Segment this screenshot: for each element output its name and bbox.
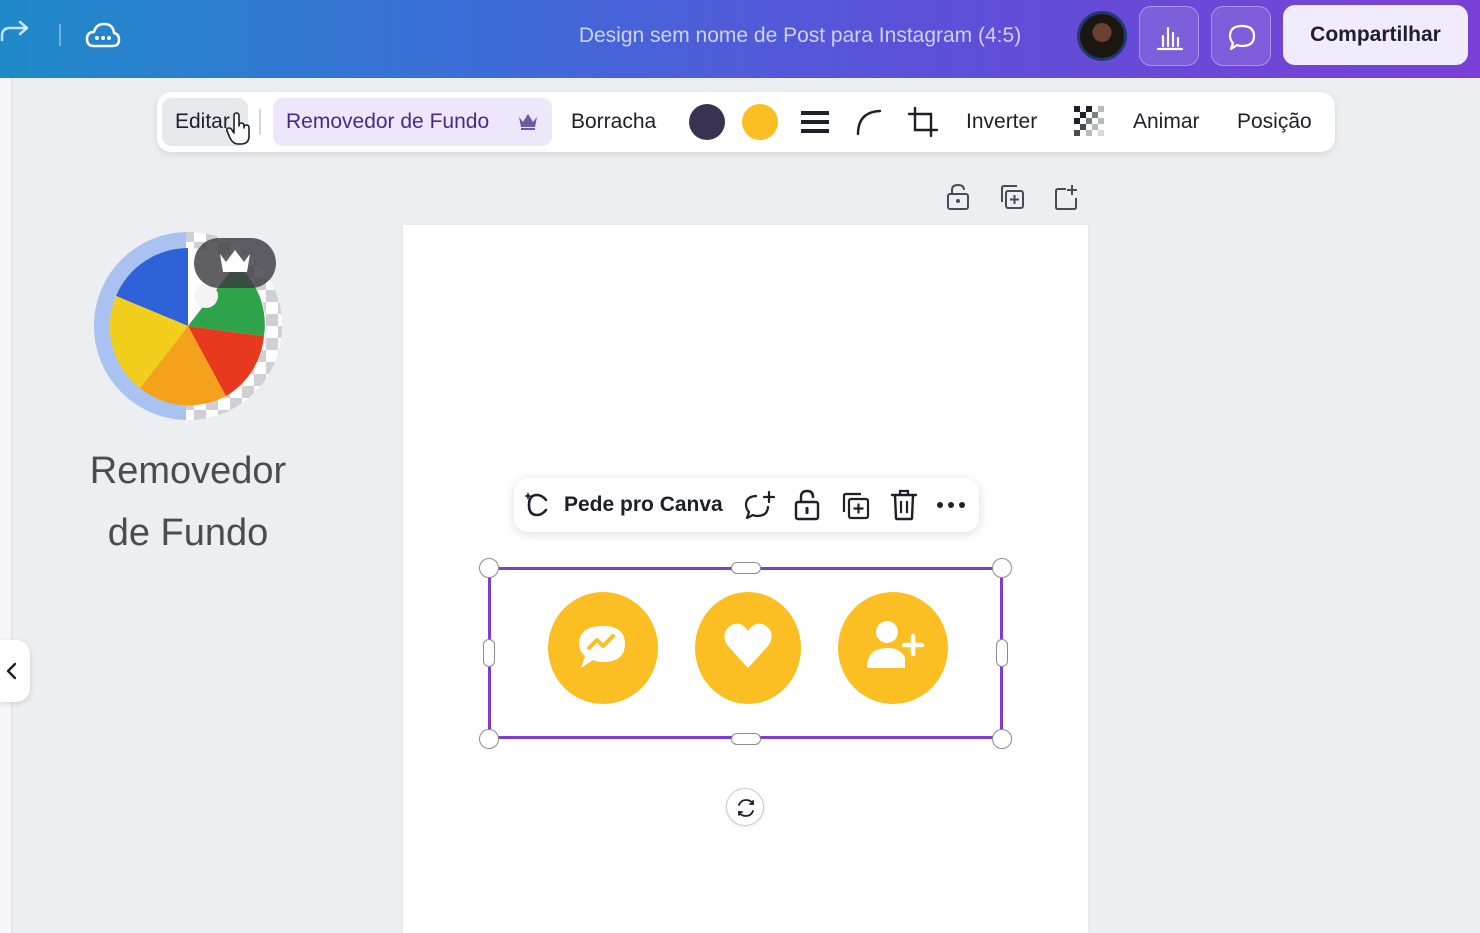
- flip-button[interactable]: Inverter: [966, 92, 1037, 152]
- color-swatch-dark[interactable]: [689, 104, 725, 140]
- toolbar-divider: [259, 109, 261, 135]
- chat-bubble-element[interactable]: [548, 592, 658, 704]
- more-options-icon[interactable]: [936, 498, 966, 512]
- magic-sparkle-icon[interactable]: [522, 490, 552, 520]
- resize-handle-bottom-left[interactable]: [479, 729, 499, 749]
- analytics-icon: [1156, 26, 1184, 51]
- corner-rounding-icon[interactable]: [855, 108, 883, 136]
- resize-handle-top-left[interactable]: [479, 558, 499, 578]
- transparency-icon[interactable]: [1074, 106, 1106, 138]
- collapse-panel-button[interactable]: [0, 640, 30, 702]
- eraser-button[interactable]: Borracha: [571, 92, 656, 152]
- document-title[interactable]: Design sem nome de Post para Instagram (…: [520, 22, 1080, 50]
- add-comment-icon[interactable]: [742, 490, 776, 522]
- heart-icon: [724, 623, 772, 668]
- rotate-icon: [738, 799, 754, 817]
- add-user-icon: [867, 621, 925, 668]
- chat-bubble-icon: [579, 626, 625, 668]
- share-button[interactable]: Compartilhar: [1283, 5, 1468, 65]
- left-panel-edge: [0, 78, 12, 933]
- header-divider: [59, 24, 61, 46]
- border-style-icon[interactable]: [800, 108, 830, 136]
- hand-cursor-icon: [226, 112, 250, 145]
- redo-icon[interactable]: [0, 20, 34, 50]
- image-edit-toolbar: Editar Removedor de Fundo Borracha Inver…: [157, 92, 1335, 152]
- crown-icon: [519, 114, 537, 130]
- avatar[interactable]: [1077, 11, 1127, 61]
- resize-handle-right[interactable]: [996, 639, 1008, 667]
- resize-handle-top[interactable]: [731, 562, 761, 574]
- feature-title[interactable]: Removedor de Fundo: [40, 440, 336, 564]
- color-swatch-yellow[interactable]: [742, 104, 778, 140]
- trash-icon[interactable]: [890, 488, 918, 522]
- ask-canva-button[interactable]: Pede pro Canva: [564, 478, 723, 532]
- add-user-element[interactable]: [838, 592, 948, 704]
- position-button[interactable]: Posição: [1237, 92, 1312, 152]
- rotate-handle[interactable]: [726, 788, 764, 826]
- background-remover-label: Removedor de Fundo: [286, 110, 490, 133]
- heart-element[interactable]: [695, 592, 801, 704]
- resize-handle-bottom[interactable]: [731, 733, 761, 745]
- add-page-icon[interactable]: [1052, 182, 1080, 212]
- background-remover-button[interactable]: Removedor de Fundo: [273, 98, 552, 146]
- top-bar: Design sem nome de Post para Instagram (…: [0, 0, 1480, 78]
- comment-button[interactable]: [1211, 6, 1271, 66]
- resize-handle-bottom-right[interactable]: [992, 729, 1012, 749]
- cloud-sync-icon[interactable]: [84, 18, 122, 52]
- chevron-left-icon: [6, 662, 17, 680]
- duplicate-icon[interactable]: [840, 490, 872, 522]
- lock-icon[interactable]: [792, 488, 822, 522]
- analytics-button[interactable]: [1139, 6, 1199, 66]
- duplicate-page-icon[interactable]: [998, 182, 1026, 212]
- crop-icon[interactable]: [907, 106, 939, 138]
- element-toolbar: Pede pro Canva: [514, 478, 979, 532]
- animate-button[interactable]: Animar: [1133, 92, 1200, 152]
- resize-handle-left[interactable]: [483, 639, 495, 667]
- resize-handle-top-right[interactable]: [992, 558, 1012, 578]
- comment-icon: [1228, 24, 1256, 51]
- lock-page-icon[interactable]: [944, 182, 972, 212]
- beach-ball-thumbnail[interactable]: [86, 230, 290, 426]
